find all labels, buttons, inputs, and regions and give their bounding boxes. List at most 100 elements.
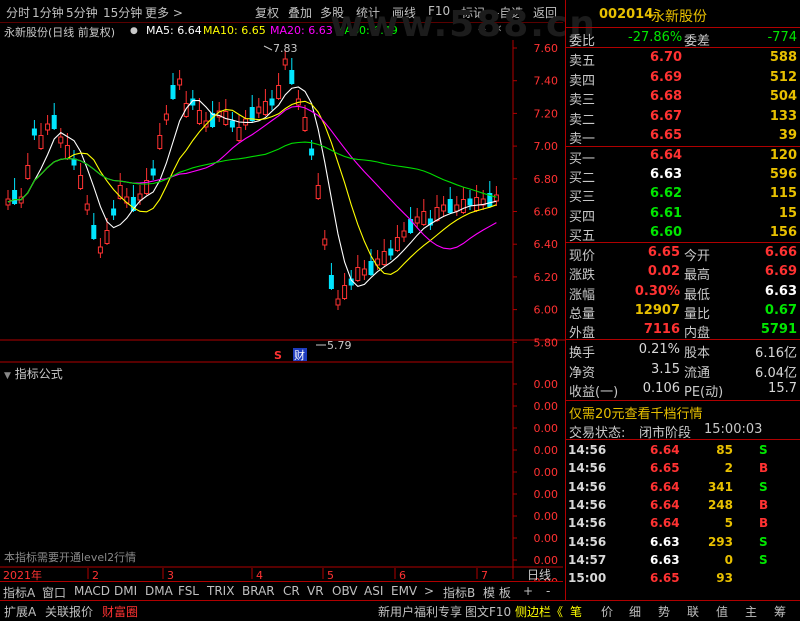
tab-obv[interactable]: OBV	[332, 584, 358, 598]
tick-row: 14:57 6.63 0 S	[566, 551, 800, 569]
period-more[interactable]: 更多 >	[145, 4, 183, 21]
candle-body	[269, 98, 275, 106]
tab-fsl[interactable]: FSL	[178, 584, 199, 598]
tab-dma[interactable]: DMA	[145, 584, 173, 598]
candle-body	[421, 211, 427, 225]
order-volume: 156	[769, 224, 797, 240]
indicator-title[interactable]: ▼ 指标公式	[4, 365, 63, 382]
stock-header: 002014 永新股份	[566, 5, 800, 27]
zoom-out-button[interactable]: -	[546, 584, 550, 598]
tab-more[interactable]: >	[424, 584, 434, 598]
order-volume: 504	[769, 89, 797, 105]
candle-body	[368, 261, 374, 275]
tab-indicator-b[interactable]: 指标B	[443, 584, 475, 601]
tab-related-quotes[interactable]: 关联报价	[45, 603, 93, 620]
indicator-tick-label: 0.00	[534, 554, 559, 567]
tab-template[interactable]: 模 板	[483, 584, 511, 601]
candle-body	[282, 58, 288, 66]
tab-extend-a[interactable]: 扩展A	[4, 603, 36, 620]
daily-period-label[interactable]: 日线	[527, 568, 551, 582]
tab-trix[interactable]: TRIX	[207, 584, 234, 598]
indicator-tick-label: 0.00	[534, 532, 559, 545]
period-5min[interactable]: 5分钟	[66, 4, 98, 21]
candle-body	[309, 148, 315, 156]
price-tick-label: 5.80	[534, 336, 559, 349]
order-volume: 588	[769, 50, 797, 65]
tab-fine[interactable]: 细	[629, 603, 641, 620]
order-price: 6.65	[650, 128, 683, 144]
candle-body	[229, 120, 235, 128]
order-level-label: 买二	[569, 171, 596, 187]
fund-row: 换手 0.21% 股本 6.16亿	[566, 340, 800, 361]
candle-body	[137, 193, 143, 201]
tab-macd[interactable]: MACD	[74, 584, 110, 598]
tab-asi[interactable]: ASI	[364, 584, 383, 598]
candle-body	[315, 185, 321, 199]
order-level-label: 卖四	[569, 73, 596, 89]
candle-body	[64, 145, 70, 159]
period-15min[interactable]: 15分钟	[103, 4, 142, 21]
price-tick-label: 6.60	[534, 206, 559, 219]
tab-window[interactable]: 窗口	[42, 584, 66, 601]
candle-body	[163, 113, 169, 121]
tick-row: 14:56 6.65 2 B	[566, 459, 800, 477]
promo-row[interactable]: 仅需20元查看千档行情	[566, 401, 800, 422]
stock-code: 002014	[599, 7, 654, 22]
draw-line-button[interactable]: 画线	[392, 4, 416, 21]
stat-label: 最低	[684, 287, 711, 303]
remove-watchlist-button[interactable]: -自选	[495, 4, 523, 21]
fund-label: 流通	[684, 365, 711, 381]
new-user-promo-link[interactable]: 新用户福利专享	[378, 603, 462, 620]
trade-status-row: 交易状态: 闭市阶段 15:00:03	[569, 422, 763, 441]
period-intraday[interactable]: 分时	[6, 4, 30, 21]
overlay-button[interactable]: 叠加	[288, 4, 312, 21]
candle-body	[441, 204, 447, 212]
buy-order-row: 买三 6.62 115	[566, 184, 800, 205]
tab-linked[interactable]: 联	[687, 603, 699, 620]
tab-main[interactable]: 主	[745, 603, 757, 620]
tab-brar[interactable]: BRAR	[242, 584, 275, 598]
mark-button[interactable]: 标记	[461, 4, 485, 21]
tick-side: S	[759, 552, 768, 567]
tick-time: 14:57	[568, 552, 607, 567]
tab-chips[interactable]: 筹	[774, 603, 786, 620]
adjust-button[interactable]: 复权	[255, 4, 279, 21]
tab-trade-detail[interactable]: 笔	[570, 603, 582, 620]
tab-value[interactable]: 值	[716, 603, 728, 620]
stat-row: 总量 12907 量比 0.67	[566, 301, 800, 322]
tab-f10-graphic[interactable]: 图文F10	[465, 603, 511, 620]
stat-value: 12907	[634, 302, 680, 318]
tab-emv[interactable]: EMV	[391, 584, 417, 598]
buy-order-row: 买五 6.60 156	[566, 223, 800, 244]
ma60-line	[7, 141, 497, 203]
toggle-sidebar-button[interactable]: 侧边栏《	[515, 603, 563, 620]
event-markers[interactable]: S 财	[272, 348, 307, 362]
order-level-label: 买五	[569, 228, 596, 244]
trade-status-time: 15:00:03	[704, 422, 763, 437]
commission-diff-value: -774	[767, 30, 797, 45]
high-annotation: 7.83	[263, 42, 298, 55]
candle-body	[58, 136, 64, 144]
tab-cr[interactable]: CR	[283, 584, 300, 598]
chart-toolbar: 分时 1分钟 5分钟 15分钟 更多 > 复权 叠加 多股 统计 画线 F10 …	[0, 0, 563, 23]
tab-dmi[interactable]: DMI	[114, 584, 137, 598]
stats-button[interactable]: 统计	[356, 4, 380, 21]
tab-price-ladder[interactable]: 价	[601, 603, 613, 620]
period-1min[interactable]: 1分钟	[32, 4, 64, 21]
tick-row: 14:56 6.63 293 S	[566, 533, 800, 551]
tab-vr[interactable]: VR	[307, 584, 324, 598]
f10-button[interactable]: F10	[428, 4, 450, 18]
tab-wealth-circle[interactable]: 财富圈	[102, 603, 138, 620]
stat-label: 最高	[684, 268, 711, 284]
tab-indicator-a[interactable]: 指标A	[3, 584, 35, 601]
candle-body	[157, 135, 163, 149]
tick-price: 6.64	[650, 516, 680, 531]
candle-body	[388, 248, 394, 256]
tick-row: 14:56 6.64 248 B	[566, 496, 800, 514]
quote-panel: 002014 永新股份 委比 -27.86% 委差 -774 卖五 6.70 588…	[565, 0, 800, 600]
zoom-in-button[interactable]: +	[523, 584, 533, 598]
buy-order-row: 买二 6.63 596	[566, 165, 800, 187]
multi-stock-button[interactable]: 多股	[320, 4, 344, 21]
back-button[interactable]: 返回	[533, 4, 557, 21]
tab-trend[interactable]: 势	[658, 603, 670, 620]
